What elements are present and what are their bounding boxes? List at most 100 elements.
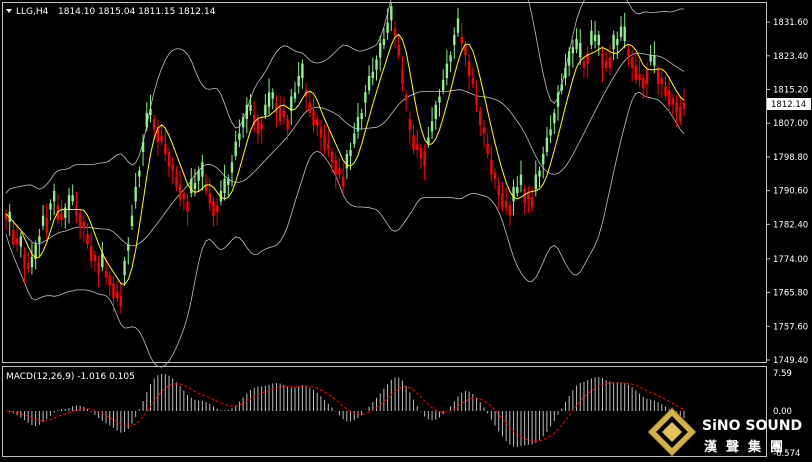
price-tick-label: 1774.00 xyxy=(773,255,808,265)
candle xyxy=(30,242,34,275)
candle-body xyxy=(30,256,34,268)
candle-body xyxy=(667,90,671,105)
candle-body xyxy=(104,271,108,278)
trading-chart-window[interactable]: LLG,H4 1814.10 1815.04 1811.15 1812.14 1… xyxy=(0,0,812,462)
candle xyxy=(656,65,660,95)
band-middle-line xyxy=(5,52,685,247)
chart-canvas[interactable]: LLG,H4 1814.10 1815.04 1811.15 1812.14 1… xyxy=(0,0,812,462)
candle-body xyxy=(238,133,241,140)
candle xyxy=(353,122,356,148)
candle-body xyxy=(367,75,371,91)
candle-body xyxy=(241,117,245,128)
candle xyxy=(608,43,612,76)
candle-body xyxy=(597,34,600,46)
candle xyxy=(330,147,334,173)
candle xyxy=(538,166,541,188)
candle xyxy=(41,205,45,231)
candle-body xyxy=(119,295,123,307)
candle-body xyxy=(197,170,200,181)
candle-body xyxy=(508,205,512,216)
candle-body xyxy=(41,215,45,226)
candle xyxy=(682,88,686,117)
candle xyxy=(156,119,160,156)
candle xyxy=(190,168,193,198)
candle xyxy=(223,164,226,201)
candle xyxy=(275,95,278,127)
candle xyxy=(382,28,386,50)
candle xyxy=(127,237,130,265)
candle-body xyxy=(364,92,367,103)
candle-body xyxy=(108,275,111,286)
candle-body xyxy=(512,186,515,202)
bollinger-bands xyxy=(5,0,685,368)
candle xyxy=(642,73,645,99)
candle xyxy=(19,232,23,258)
candle-body xyxy=(312,110,315,126)
candle-body xyxy=(45,217,48,233)
candle xyxy=(253,101,256,133)
candle xyxy=(219,180,223,206)
candle-body xyxy=(193,182,197,189)
price-tick-label: 1831.60 xyxy=(773,18,808,28)
candle-body xyxy=(408,119,412,130)
candle-body xyxy=(227,178,230,185)
candle-body xyxy=(249,104,252,111)
candle-body xyxy=(301,63,304,78)
candle-body xyxy=(675,102,678,113)
candle-body xyxy=(371,71,374,78)
candle-body xyxy=(682,102,686,109)
candle-body xyxy=(186,201,189,212)
candle-body xyxy=(82,221,86,229)
candle xyxy=(504,187,508,215)
candle-body xyxy=(634,65,638,81)
candle xyxy=(664,75,667,101)
candle-body xyxy=(330,151,334,163)
candle-body xyxy=(471,77,475,85)
candle xyxy=(260,115,263,144)
price-axis[interactable]: 1831.60 1823.40 1815.20 1807.00 1798.80 1790.… xyxy=(766,18,808,366)
candle-body xyxy=(475,94,478,105)
price-tick-label: 1823.40 xyxy=(773,52,808,62)
candle xyxy=(71,184,74,206)
candle-body xyxy=(482,127,486,134)
candle xyxy=(316,114,319,136)
candle xyxy=(542,146,545,179)
candle-body xyxy=(182,193,186,200)
candle-body xyxy=(490,160,493,175)
candle xyxy=(616,31,619,60)
candle-body xyxy=(256,119,260,134)
dropdown-triangle-icon[interactable] xyxy=(6,9,12,13)
candle-body xyxy=(316,119,319,126)
candle-body xyxy=(671,98,675,105)
macd-tick-label: 0.00 xyxy=(773,407,792,417)
candle-body xyxy=(356,117,360,132)
candle xyxy=(412,124,415,155)
candle-body xyxy=(112,283,115,298)
candle xyxy=(508,201,512,227)
candle-body xyxy=(23,254,26,270)
candle-body xyxy=(523,188,526,204)
candle xyxy=(290,89,293,125)
candle-body xyxy=(493,172,497,179)
candle-body xyxy=(467,61,471,76)
candle-body xyxy=(575,38,578,50)
candle-body xyxy=(349,149,352,157)
candle xyxy=(267,78,271,115)
candle xyxy=(12,219,15,249)
candle xyxy=(101,242,104,272)
candle xyxy=(423,144,426,181)
candle-body xyxy=(456,18,460,33)
candle xyxy=(175,165,178,192)
candle xyxy=(460,22,463,51)
candle-body xyxy=(516,186,519,194)
candle-body xyxy=(275,102,278,113)
candle-body xyxy=(175,176,178,187)
candle-body xyxy=(530,197,534,208)
candle xyxy=(479,106,482,136)
ohlc-label: 1814.10 1815.04 1811.15 1812.14 xyxy=(58,7,216,17)
candle xyxy=(582,57,586,79)
candle-body xyxy=(271,92,274,99)
candle xyxy=(138,166,141,188)
candle-body xyxy=(282,110,286,118)
candle-body xyxy=(419,147,423,159)
